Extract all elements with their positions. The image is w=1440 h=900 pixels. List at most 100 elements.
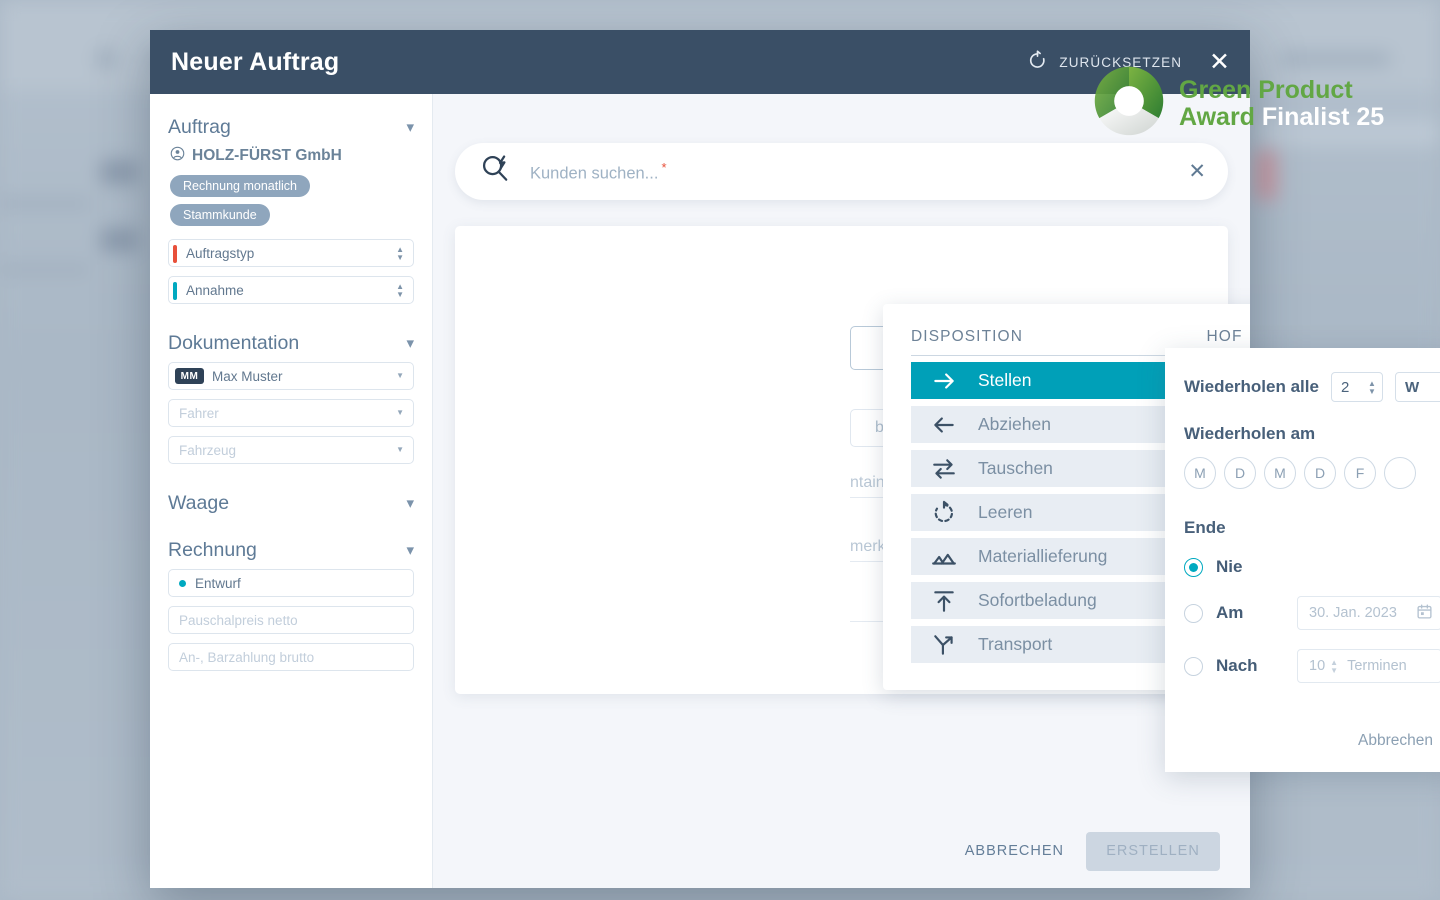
repeat-settings-popover: Wiederholen alle 2 ▲ ▼ W Wiederholen am M… [1165,348,1440,772]
award-line1: Green Product [1179,76,1353,104]
fahrer-field[interactable]: Fahrer ▼ [168,399,414,427]
fahrer-placeholder: Fahrer [179,405,219,421]
end-option-label: Am [1216,603,1244,622]
end-option-am[interactable]: Am 30. Jan. 2023 [1184,596,1440,630]
page-title: Neuer Auftrag [171,47,340,76]
arrow-left-icon [930,412,958,438]
dropdown-item-label: Abziehen [978,414,1051,434]
dropdown-item-materiallieferung[interactable]: Materiallieferung [911,538,1187,575]
dropdown-item-sofortbeladung[interactable]: Sofortbeladung [911,582,1187,619]
weekday-do[interactable]: D [1304,457,1336,489]
swap-arrows-icon [930,456,958,482]
cancel-button[interactable]: ABBRECHEN [965,843,1064,859]
fahrzeug-placeholder: Fahrzeug [179,442,237,458]
award-line2-white: Finalist 25 [1261,102,1385,131]
dropdown-item-label: Materiallieferung [978,546,1108,566]
repeat-interval-stepper[interactable]: 2 ▲ ▼ [1330,372,1383,402]
end-count-suffix: Terminen [1347,658,1407,674]
customer-name: HOLZ-FÜRST GmbH [192,147,342,164]
chevron-down-icon[interactable]: ▼ [396,409,404,417]
chevron-down-icon: ▾ [406,335,414,352]
dropdown-item-label: Tauschen [978,458,1053,478]
dropdown-item-abziehen[interactable]: Abziehen [911,406,1187,443]
repeat-every-label: Wiederholen alle [1184,377,1319,396]
dropdown-item-label: Transport [978,634,1053,654]
user-name: Max Muster [212,368,283,384]
accent-bar [173,282,177,300]
main-content: Kunden suchen...* ✕ ▲▼ bis ntainer [433,94,1250,888]
chevron-down-icon[interactable]: ▼ [396,372,404,380]
required-accent-bar [173,245,177,263]
section-label: Auftrag [168,116,231,138]
status-field[interactable]: Entwurf [168,569,414,597]
dropdown-column-header: DISPOSITION [911,328,1187,356]
mountains-icon [930,544,958,570]
repeat-every-row: Wiederholen alle 2 ▲ ▼ W [1184,372,1440,402]
dropdown-item-transport[interactable]: Transport [911,626,1187,663]
stepper-icon[interactable]: ▲▼ [1368,379,1376,395]
end-count-value: 10 [1309,658,1326,674]
search-input[interactable]: Kunden suchen... * [530,160,667,184]
fahrzeug-field[interactable]: Fahrzeug ▼ [168,436,414,464]
dropdown-item-label: Stellen [978,370,1032,390]
sidebar-section-waage[interactable]: Waage ▾ [168,492,414,515]
weekday-selector: M D M D F [1184,457,1440,489]
weekday-di[interactable]: D [1224,457,1256,489]
weekday-mi[interactable]: M [1264,457,1296,489]
customer-search-bar[interactable]: Kunden suchen... * ✕ [455,143,1228,200]
reset-circle-icon [1027,50,1048,74]
background-badge [100,228,138,252]
end-option-label: Nach [1216,656,1258,675]
sidebar-section-rechnung[interactable]: Rechnung ▾ [168,539,414,562]
auftragstyp-label: Auftragstyp [186,245,255,261]
end-label: Ende [1184,518,1226,537]
user-initials-badge: MM [175,368,204,384]
pauschalpreis-field[interactable]: Pauschalpreis netto [168,606,414,634]
route-branch-icon [930,632,958,658]
background-marker [1255,150,1277,200]
customer-tag: Stammkunde [170,204,270,226]
status-badge: Entwurf [195,575,241,591]
customer-row[interactable]: HOLZ-FÜRST GmbH [170,146,414,166]
popover-cancel-button[interactable]: Abbrechen [1358,732,1433,750]
dropdown-item-tauschen[interactable]: Tauschen [911,450,1187,487]
weekday-fr[interactable]: F [1344,457,1376,489]
radio-icon[interactable] [1184,557,1203,577]
repeat-on-label: Wiederholen am [1184,424,1316,443]
stepper-icon[interactable]: ▲▼ [396,282,404,298]
dropdown-item-leeren[interactable]: Leeren [911,494,1187,531]
search-placeholder: Kunden suchen... [530,164,659,183]
end-option-nie[interactable]: Nie [1184,557,1440,577]
pauschalpreis-placeholder: Pauschalpreis netto [179,612,298,628]
repeat-unit-select[interactable]: W [1394,372,1440,402]
modal-header: Neuer Auftrag ZURÜCKSETZEN ✕ [150,30,1250,94]
dropdown-item-label: Sofortbeladung [978,590,1097,610]
customer-tag: Rechnung monatlich [170,175,310,197]
chevron-down-icon[interactable]: ▼ [396,446,404,454]
weekday-sa[interactable] [1384,457,1416,489]
end-option-nach[interactable]: Nach 10 ▲ ▼ Terminen [1184,649,1440,683]
weekday-mo[interactable]: M [1184,457,1216,489]
sidebar-section-auftrag[interactable]: Auftrag ▾ [168,116,414,139]
end-count-input[interactable]: 10 ▲ ▼ Terminen [1297,649,1440,683]
dropdown-item-label: Leeren [978,502,1033,522]
section-label: Dokumentation [168,332,300,354]
end-date-value: 30. Jan. 2023 [1309,605,1397,621]
sidebar-section-dokumentation[interactable]: Dokumentation ▾ [168,332,414,355]
end-date-input[interactable]: 30. Jan. 2023 [1297,596,1440,630]
stepper-icon[interactable]: ▲▼ [396,245,404,261]
upload-bar-icon [930,588,958,614]
barzahlung-field[interactable]: An-, Barzahlung brutto [168,643,414,671]
rotate-dashed-icon [930,500,958,526]
clear-search-button[interactable]: ✕ [1188,159,1206,184]
annahme-field[interactable]: Annahme ▲ ▼ [168,276,414,304]
calendar-icon[interactable] [1416,603,1433,624]
radio-icon[interactable] [1184,603,1203,623]
stepper-icon[interactable]: ▲▼ [1330,658,1338,674]
arrow-right-icon [930,368,958,394]
dropdown-item-stellen[interactable]: Stellen [911,362,1187,399]
create-button[interactable]: ERSTELLEN [1086,831,1220,871]
user-select-field[interactable]: MM Max Muster ▼ [168,362,414,390]
radio-icon[interactable] [1184,656,1203,676]
auftragstyp-field[interactable]: Auftragstyp ▲ ▼ [168,239,414,267]
